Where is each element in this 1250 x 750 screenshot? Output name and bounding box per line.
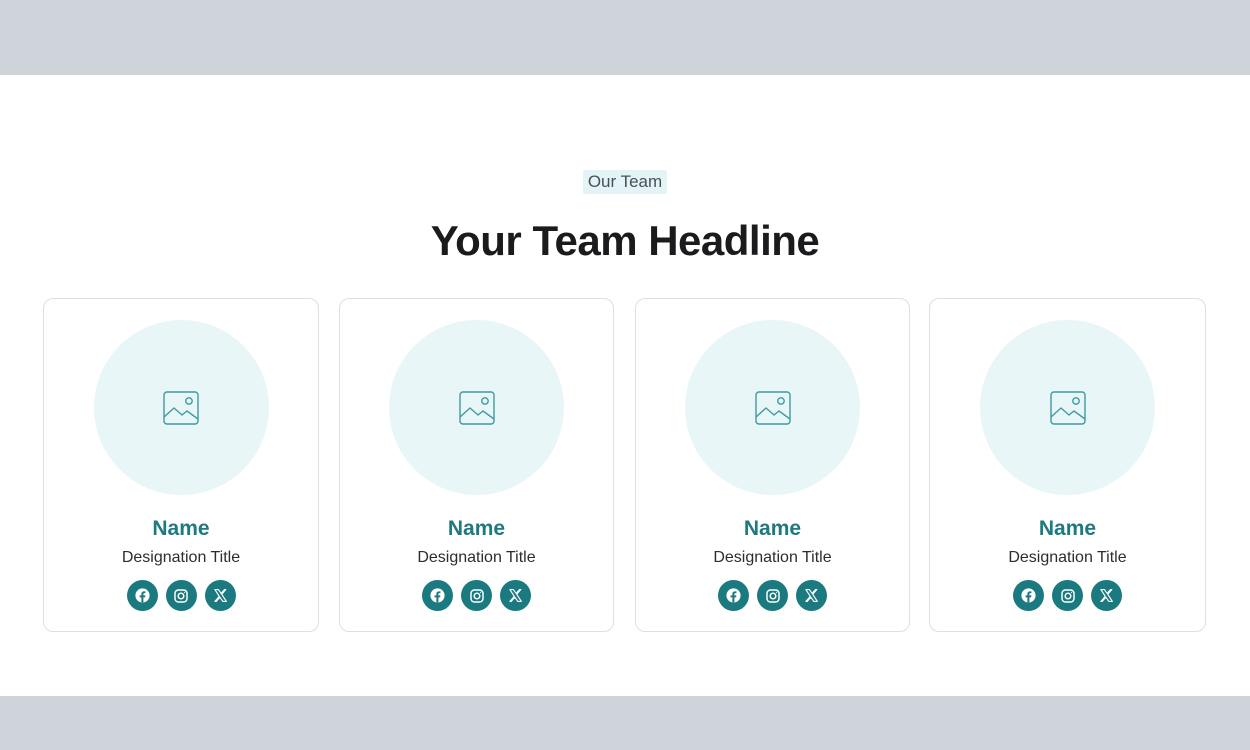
- member-designation: Designation Title: [1008, 549, 1127, 566]
- social-links: [636, 580, 909, 611]
- instagram-icon[interactable]: [461, 580, 492, 611]
- section-eyebrow: Our Team: [582, 170, 668, 194]
- social-links: [930, 580, 1205, 611]
- x-icon[interactable]: [1091, 580, 1122, 611]
- section-headline: Your Team Headline: [430, 217, 820, 264]
- x-icon[interactable]: [796, 580, 827, 611]
- member-name: Name: [152, 517, 210, 540]
- facebook-icon[interactable]: [126, 580, 158, 611]
- image-placeholder-icon: [754, 390, 791, 425]
- team-member-card: Name Designation Title: [43, 298, 319, 632]
- social-links: [340, 580, 613, 611]
- member-designation: Designation Title: [417, 549, 536, 566]
- image-placeholder-icon: [1049, 390, 1086, 425]
- facebook-icon[interactable]: [718, 580, 749, 611]
- facebook-icon[interactable]: [422, 580, 453, 611]
- social-links: [44, 580, 318, 611]
- team-section: Our Team Your Team Headline Name Designa…: [0, 75, 1250, 696]
- member-name: Name: [1038, 517, 1097, 540]
- facebook-icon[interactable]: [1013, 580, 1044, 611]
- member-designation: Designation Title: [121, 549, 241, 566]
- instagram-icon[interactable]: [165, 580, 197, 611]
- member-name: Name: [743, 517, 802, 540]
- avatar: [980, 320, 1155, 495]
- avatar: [685, 320, 860, 495]
- team-cards: Name Designation Title Name Designation …: [43, 298, 1206, 632]
- member-designation: Designation Title: [713, 549, 832, 566]
- x-icon[interactable]: [204, 580, 236, 611]
- member-name: Name: [447, 517, 506, 540]
- avatar: [389, 320, 564, 495]
- team-member-card: Name Designation Title: [929, 298, 1206, 632]
- team-member-card: Name Designation Title: [339, 298, 614, 632]
- avatar: [93, 320, 269, 495]
- x-icon[interactable]: [500, 580, 531, 611]
- image-placeholder-icon: [163, 390, 199, 425]
- team-member-card: Name Designation Title: [635, 298, 910, 632]
- instagram-icon[interactable]: [757, 580, 788, 611]
- image-placeholder-icon: [458, 390, 495, 425]
- instagram-icon[interactable]: [1052, 580, 1083, 611]
